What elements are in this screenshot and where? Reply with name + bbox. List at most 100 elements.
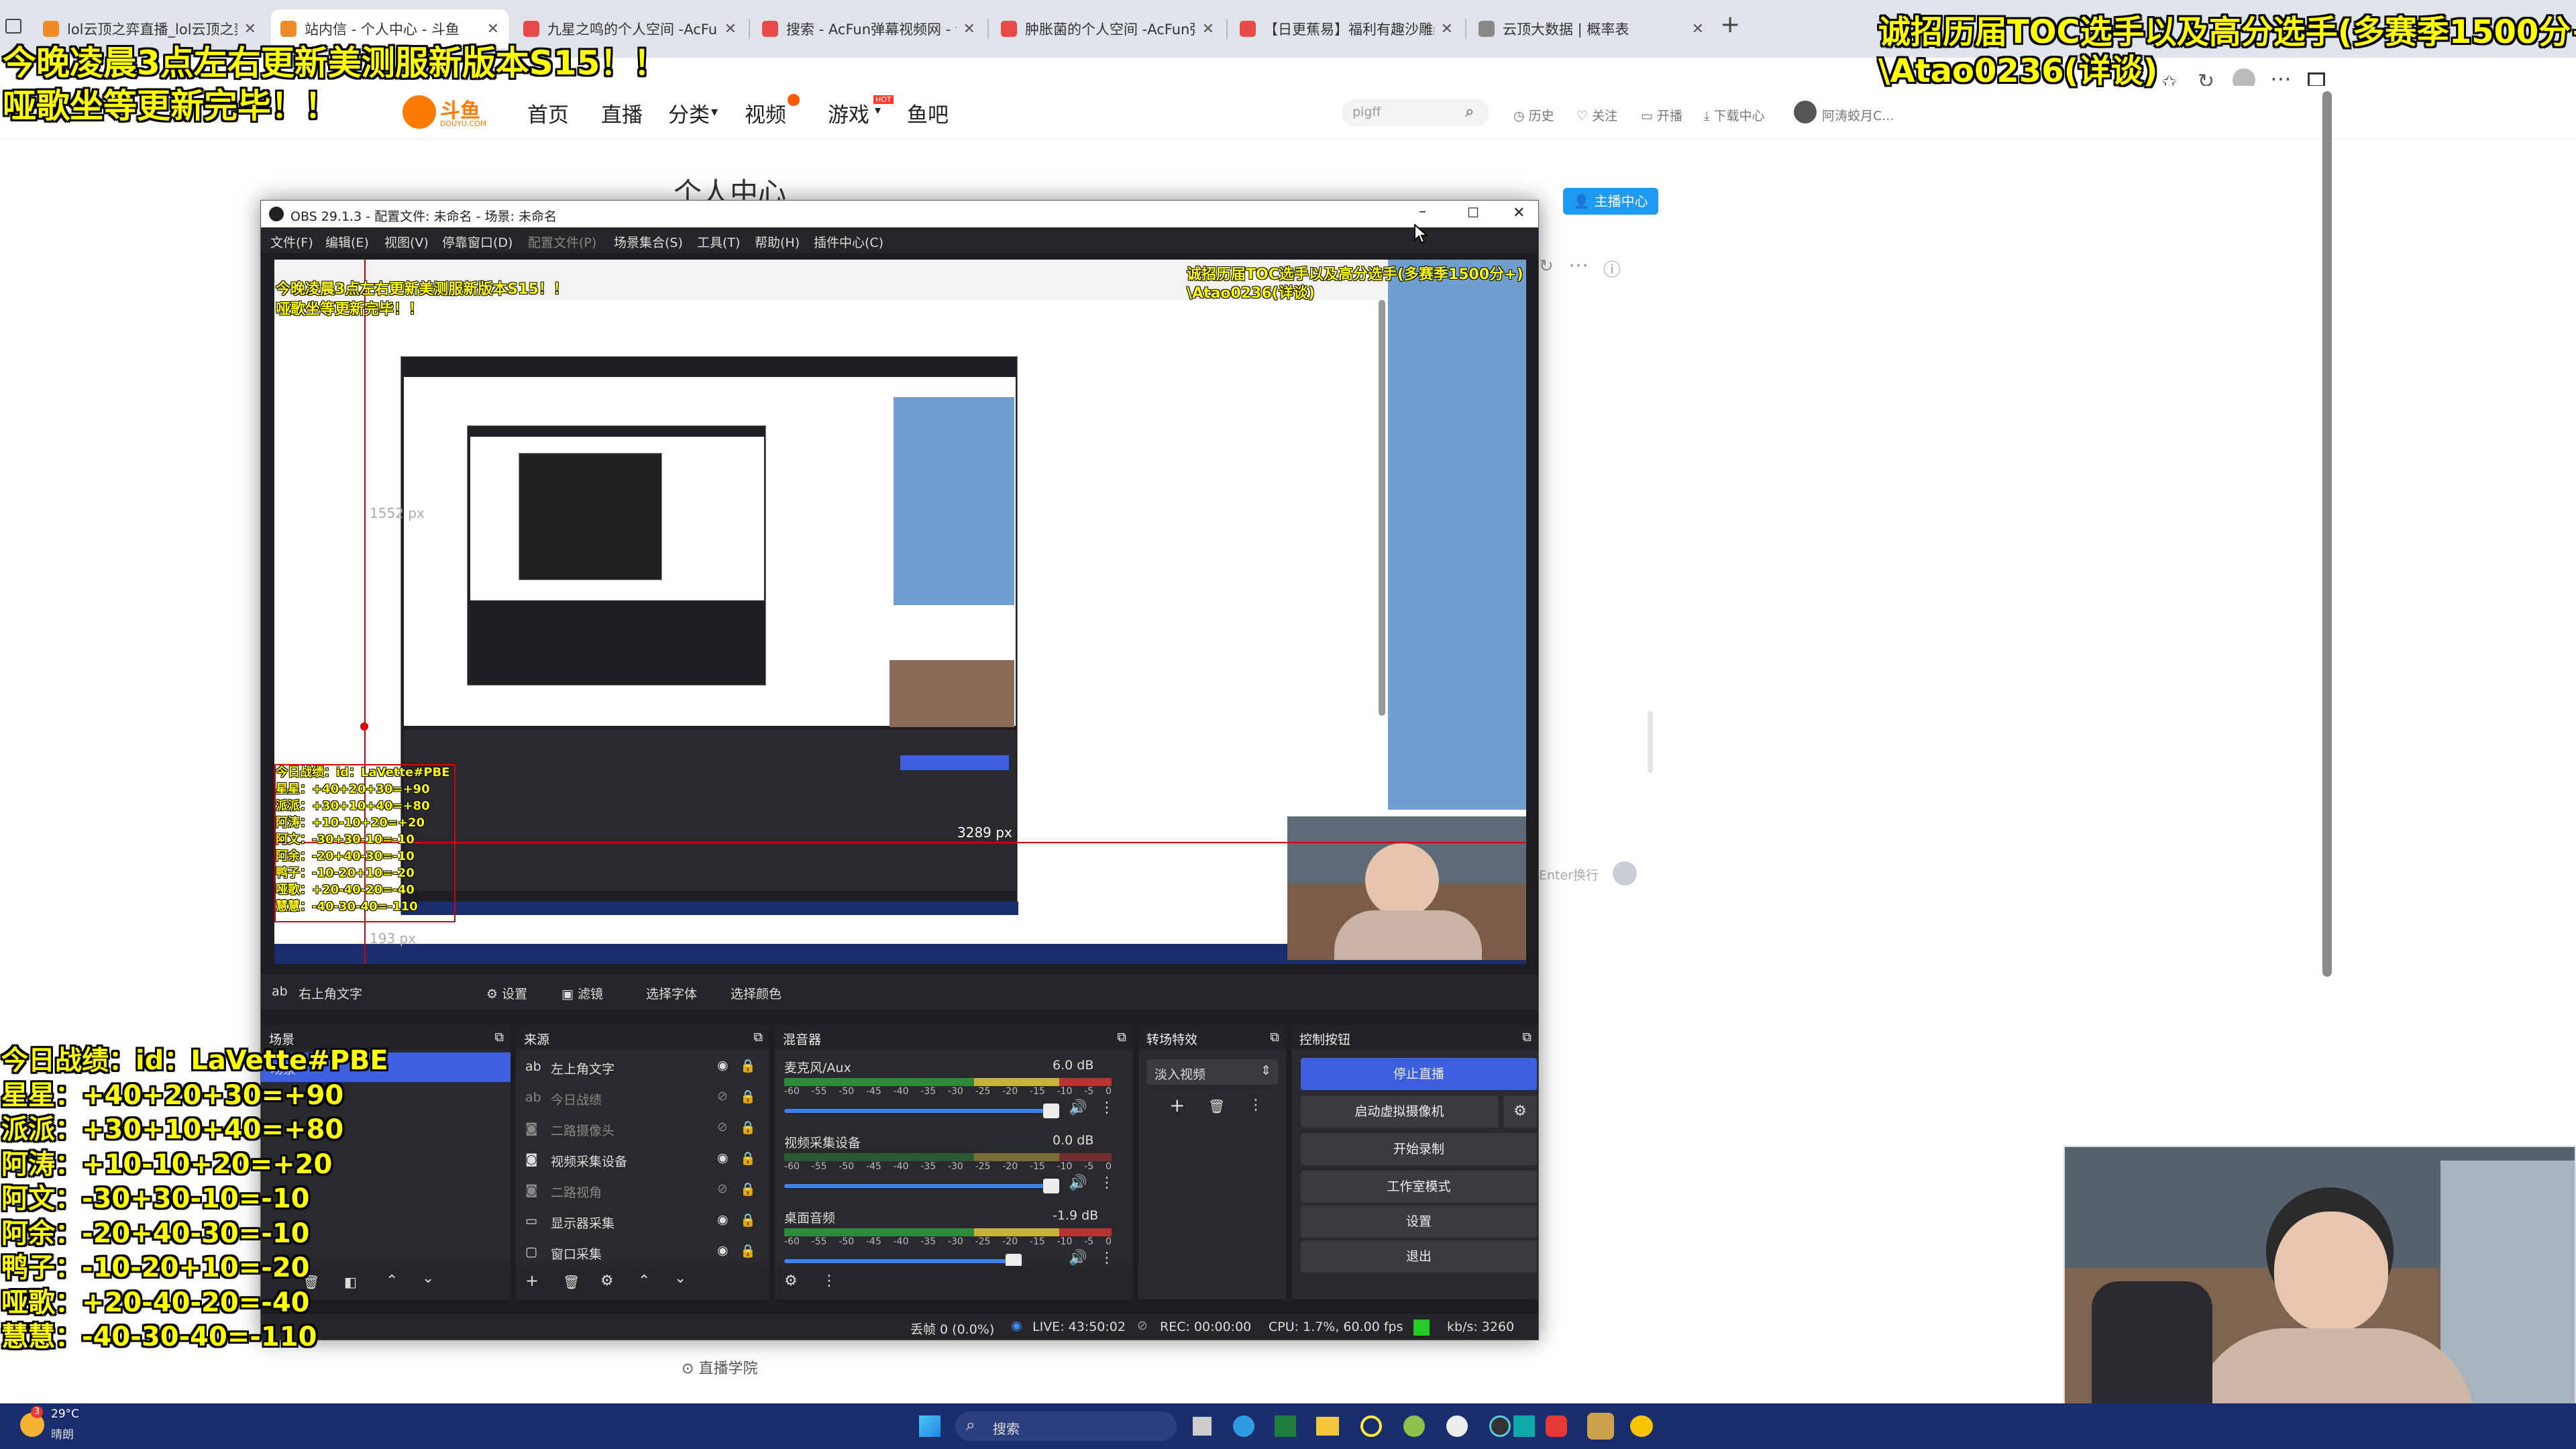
close-icon[interactable]: ✕: [1441, 21, 1453, 38]
obs-preview[interactable]: 今晚凌晨3点左右更新美测服新版本S15！！ 哑歌坐等更新完毕！！ 诚招历届TOC…: [274, 260, 1526, 964]
source-item[interactable]: ▢ 窗口采集 ◉ 🔒: [516, 1238, 769, 1267]
app-icon[interactable]: [1275, 1415, 1296, 1437]
new-tab-button[interactable]: +: [1720, 11, 1740, 38]
transition-select[interactable]: 淡入视频 ⇕: [1146, 1059, 1278, 1085]
lock-icon[interactable]: 🔒: [740, 1243, 756, 1258]
lock-icon[interactable]: 🔒: [740, 1089, 756, 1104]
follow-link[interactable]: ♡ 关注: [1576, 106, 1617, 124]
nav-home[interactable]: 首页: [527, 98, 569, 128]
nav-game[interactable]: 游戏: [828, 98, 869, 128]
menu-edit[interactable]: 编辑(E): [325, 233, 369, 251]
browser-tab-6[interactable]: 云顶大数据 | 概率表 ✕: [1469, 9, 1713, 48]
nav-video[interactable]: 视频: [745, 98, 786, 128]
lock-icon[interactable]: 🔒: [740, 1181, 756, 1197]
undock-icon[interactable]: ⧉: [1117, 1030, 1126, 1044]
app-icon[interactable]: [1587, 1413, 1614, 1440]
username-label[interactable]: 阿涛蛟月C...: [1822, 106, 1894, 124]
gear-icon[interactable]: ⚙: [600, 1273, 614, 1289]
undock-icon[interactable]: ⧉: [1270, 1030, 1279, 1044]
start-icon[interactable]: [919, 1415, 941, 1437]
send-icon[interactable]: [1613, 861, 1637, 885]
gear-icon[interactable]: ⚙: [784, 1273, 798, 1289]
chevron-down-icon[interactable]: ⌄: [674, 1270, 686, 1287]
speaker-icon[interactable]: 🔊: [1069, 1175, 1087, 1191]
exit-button[interactable]: 退出: [1301, 1240, 1537, 1273]
edge-icon[interactable]: [1233, 1415, 1254, 1437]
douyu-search[interactable]: pigff ⌕: [1342, 99, 1489, 126]
nav-live[interactable]: 直播: [601, 98, 643, 128]
eye-off-icon[interactable]: ⊘: [717, 1181, 728, 1196]
browser-tab-5[interactable]: 【日更蕉易】福利有趣沙雕绅士 ✕: [1230, 9, 1462, 48]
source-item[interactable]: ◙ 视频采集设备 ◉ 🔒: [516, 1145, 769, 1175]
eye-off-icon[interactable]: ⊘: [717, 1089, 728, 1104]
menu-tools[interactable]: 工具(T): [697, 233, 740, 251]
lock-icon[interactable]: 🔒: [740, 1212, 756, 1228]
eye-icon[interactable]: ◉: [717, 1243, 729, 1258]
trash-icon[interactable]: 🗑: [1208, 1098, 1225, 1114]
info-icon[interactable]: ⓘ: [1603, 256, 1621, 281]
app-icon[interactable]: [1403, 1415, 1425, 1437]
app-icon[interactable]: [1513, 1415, 1535, 1437]
source-item[interactable]: ◙ 二路摄像头 ⊘ 🔒: [516, 1114, 769, 1144]
history-link[interactable]: ◷ 历史: [1513, 106, 1554, 124]
close-icon[interactable]: ✕: [1692, 21, 1704, 38]
eye-icon[interactable]: ◉: [717, 1058, 729, 1073]
more-icon[interactable]: ⋯: [1568, 254, 1589, 277]
mic-volume-slider[interactable]: [784, 1109, 1053, 1113]
source-item[interactable]: ab 今日战绩 ⊘ 🔒: [516, 1083, 769, 1113]
trash-icon[interactable]: 🗑: [563, 1274, 580, 1290]
settings-button[interactable]: 设置: [1301, 1205, 1537, 1238]
source-item[interactable]: ◙ 二路视角 ⊘ 🔒: [516, 1176, 769, 1205]
nav-category[interactable]: 分类: [668, 98, 710, 128]
tab-actions-icon[interactable]: [5, 19, 21, 34]
browser-tab-3[interactable]: 搜索 - AcFun弹幕视频网 - 认真你 ✕: [753, 9, 985, 48]
menu-file[interactable]: 文件(F): [270, 233, 313, 251]
anchor-center-button[interactable]: 👤 主播中心: [1563, 188, 1658, 215]
close-icon[interactable]: ✕: [1202, 21, 1214, 38]
close-icon[interactable]: ✕: [724, 21, 737, 38]
more-icon[interactable]: ⋮: [1248, 1097, 1263, 1114]
undock-icon[interactable]: ⧉: [753, 1030, 763, 1044]
taskbar-search[interactable]: ⌕ 搜索: [955, 1411, 1177, 1441]
desktop-volume-slider[interactable]: [784, 1259, 1012, 1263]
broadcast-link[interactable]: ▭ 开播: [1641, 106, 1682, 124]
close-icon[interactable]: ✕: [244, 21, 256, 38]
download-link[interactable]: ⤓ 下载中心: [1704, 106, 1764, 124]
virtual-camera-settings-icon[interactable]: ⚙: [1503, 1095, 1537, 1128]
obs-taskbar-icon[interactable]: [1489, 1415, 1511, 1437]
eye-icon[interactable]: ◉: [717, 1150, 729, 1165]
undock-icon[interactable]: ⧉: [494, 1030, 504, 1044]
source-item[interactable]: ab 左上角文字 ◉ 🔒: [516, 1053, 769, 1082]
menu-view[interactable]: 视图(V): [384, 233, 429, 251]
browser-tab-4[interactable]: 肿胀菌的个人空间 -AcFun弹幕视 ✕: [991, 9, 1224, 48]
page-scrollbar[interactable]: [2322, 91, 2332, 977]
chevron-up-icon[interactable]: ⌃: [638, 1273, 650, 1289]
app-icon[interactable]: [1546, 1415, 1567, 1437]
app-icon[interactable]: [1630, 1415, 1653, 1437]
nav-fishbar[interactable]: 鱼吧: [907, 98, 949, 128]
capture-volume-knob[interactable]: [1043, 1179, 1059, 1193]
select-font-button[interactable]: 选择字体: [646, 984, 697, 1002]
speaker-icon[interactable]: 🔊: [1069, 1099, 1087, 1116]
app-icon[interactable]: [1360, 1415, 1382, 1437]
folder-icon[interactable]: [1316, 1417, 1339, 1436]
refresh-icon[interactable]: ↻: [1539, 256, 1554, 276]
search-icon[interactable]: ⌕: [1465, 102, 1474, 121]
select-color-button[interactable]: 选择颜色: [731, 984, 782, 1002]
footer-link[interactable]: ⊙ 直播学院: [682, 1356, 757, 1378]
source-item[interactable]: ▭ 显示器采集 ◉ 🔒: [516, 1207, 769, 1236]
douyu-logo[interactable]: 斗鱼 DOUYU.COM: [402, 93, 496, 133]
minimize-icon[interactable]: –: [1419, 203, 1426, 220]
capture-volume-slider[interactable]: [784, 1184, 1053, 1188]
search-input[interactable]: pigff: [1352, 105, 1381, 119]
chat-scrollbar[interactable]: [1648, 711, 1653, 773]
source-settings-button[interactable]: ⚙ 设置: [486, 984, 527, 1002]
speaker-icon[interactable]: 🔊: [1069, 1250, 1087, 1267]
source-filters-button[interactable]: ▣ 滤镜: [561, 984, 603, 1002]
more-icon[interactable]: ⋮: [822, 1273, 837, 1289]
menu-profile[interactable]: 配置文件(P): [528, 233, 596, 251]
mic-volume-knob[interactable]: [1043, 1104, 1059, 1118]
more-icon[interactable]: ⋮: [1099, 1099, 1114, 1116]
close-icon[interactable]: ✕: [963, 21, 975, 38]
chevron-down-icon[interactable]: ⌄: [422, 1270, 434, 1287]
